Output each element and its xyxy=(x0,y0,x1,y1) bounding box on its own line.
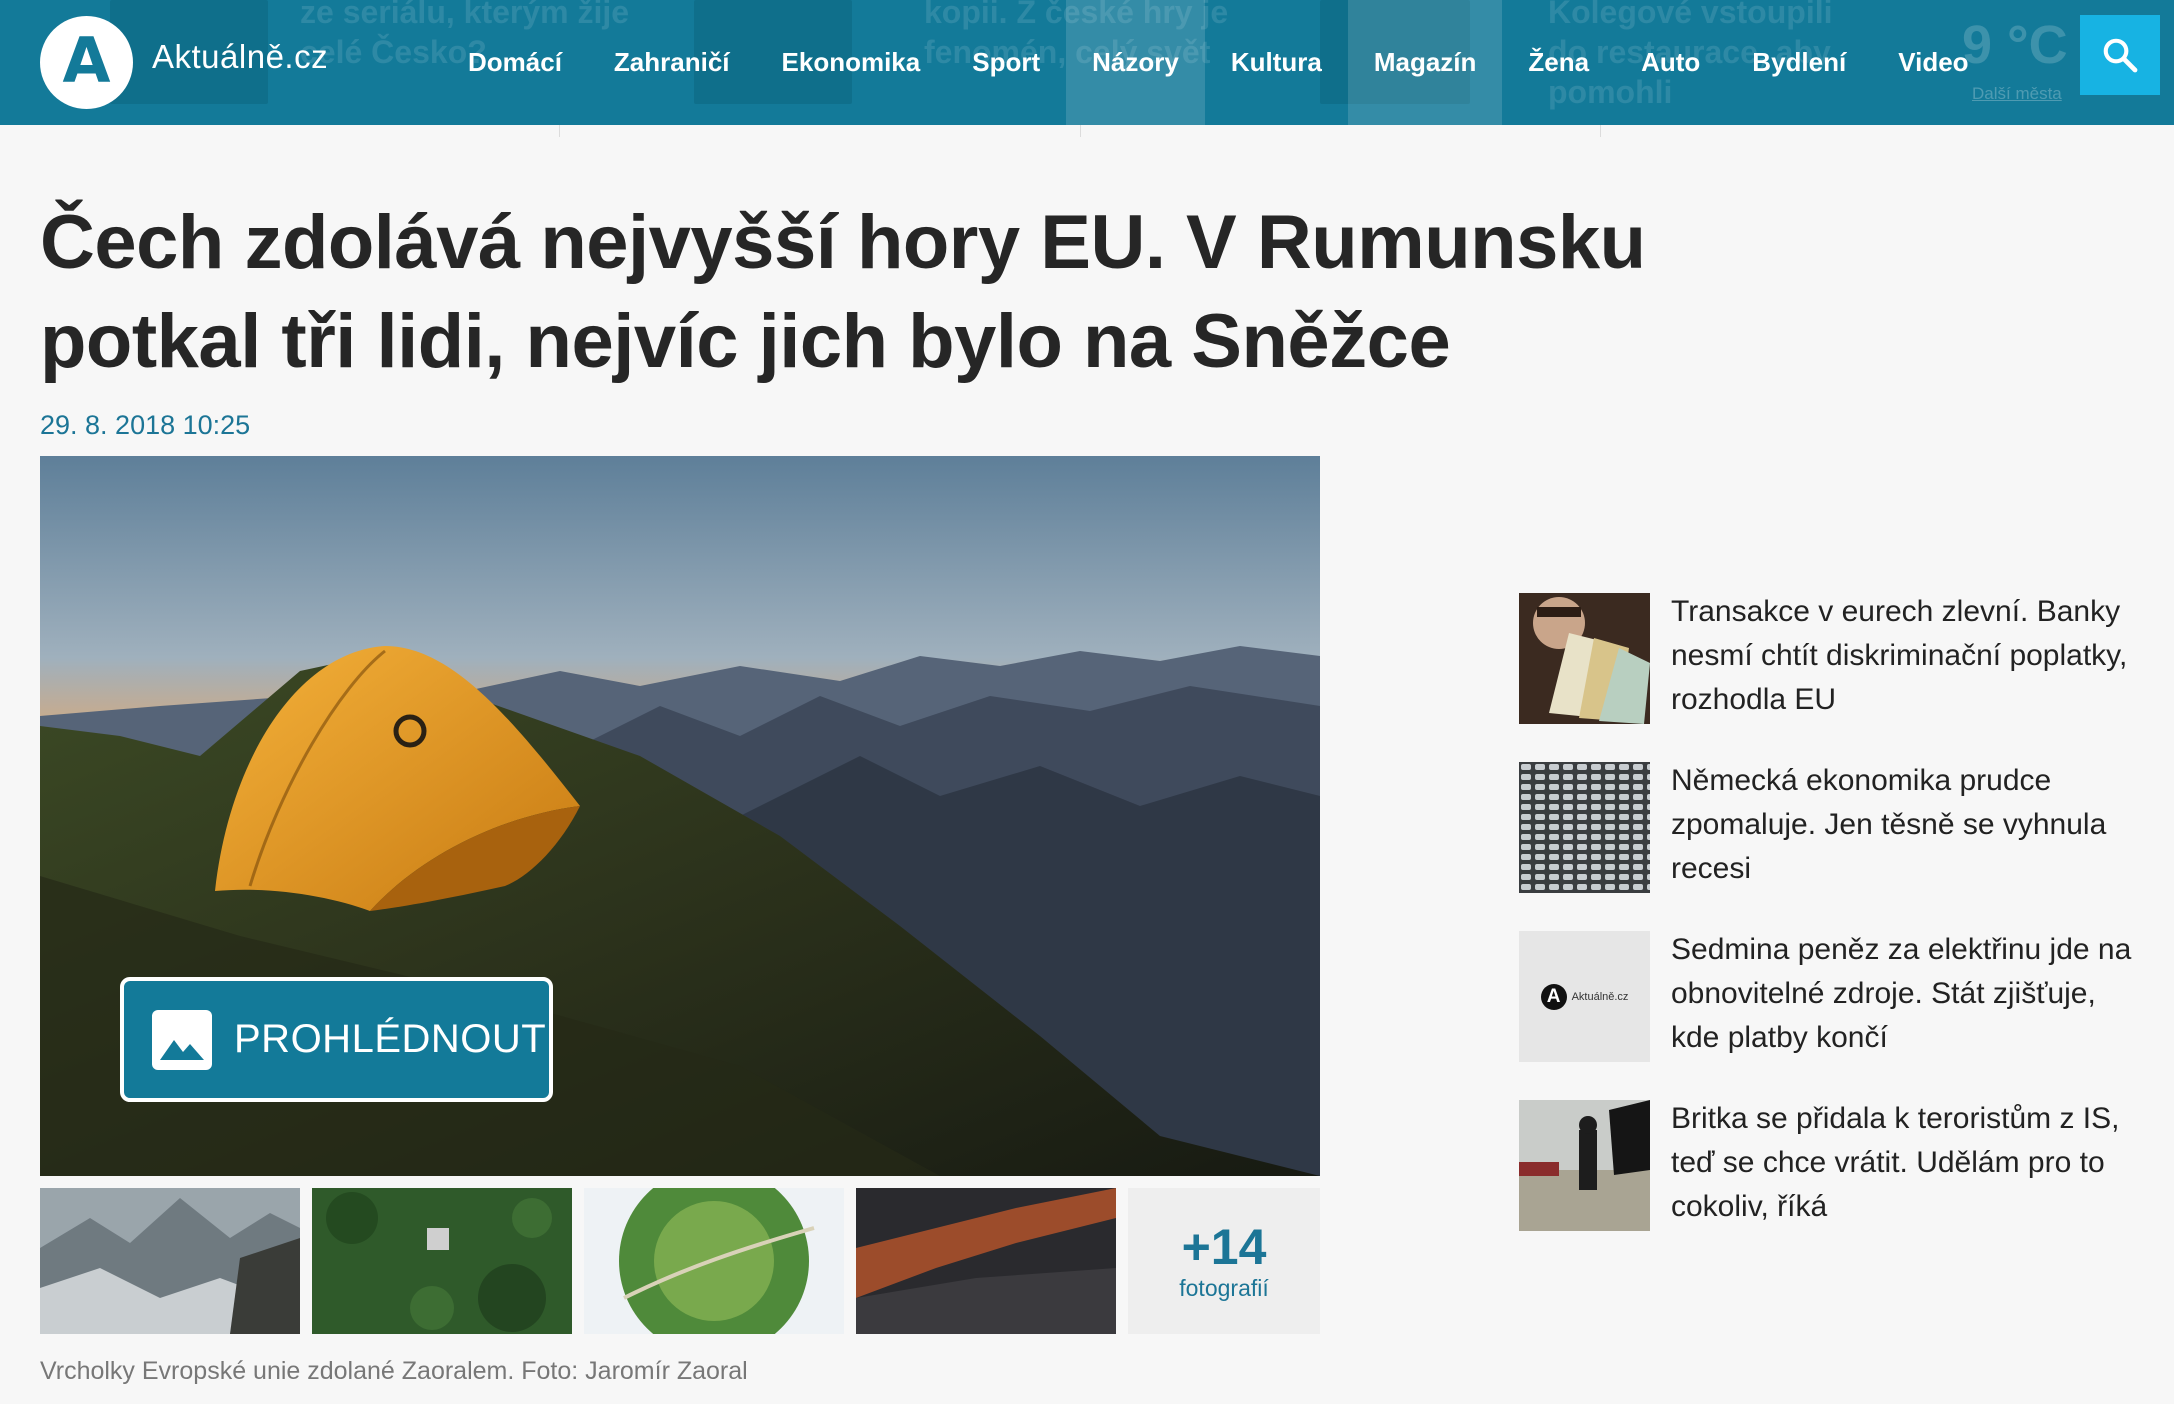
nav-sport[interactable]: Sport xyxy=(946,0,1066,125)
related-article-title[interactable]: Britka se přidala k teroristům z IS, teď… xyxy=(1671,1097,2139,1231)
related-article[interactable]: Britka se přidala k teroristům z IS, teď… xyxy=(1519,1100,2139,1231)
more-photos-label: fotografií xyxy=(1179,1274,1269,1301)
site-name[interactable]: Aktuálně.cz xyxy=(152,38,328,76)
related-articles: Transakce v eurech zlevní. Banky nesmí c… xyxy=(1519,593,2139,1269)
view-gallery-label: PROHLÉDNOUT xyxy=(234,1017,547,1061)
gallery-thumb[interactable] xyxy=(40,1188,300,1334)
nav-domaci[interactable]: Domácí xyxy=(442,0,588,125)
nav-nazory[interactable]: Názory xyxy=(1066,0,1205,125)
main-nav: Domácí Zahraničí Ekonomika Sport Názory … xyxy=(442,0,1995,125)
aktualne-logo-text: Aktuálně.cz xyxy=(1571,990,1629,1003)
nav-video[interactable]: Video xyxy=(1872,0,1994,125)
more-photos-button[interactable]: +14 fotografií xyxy=(1128,1188,1320,1334)
gallery-thumb[interactable] xyxy=(856,1188,1116,1334)
related-article-image[interactable] xyxy=(1519,1100,1650,1231)
gallery-thumb[interactable] xyxy=(584,1188,844,1334)
hero-photo[interactable]: PROHLÉDNOUT xyxy=(40,456,1320,1176)
related-article-image[interactable] xyxy=(1519,762,1650,893)
related-article[interactable]: Německá ekonomika prudce zpomaluje. Jen … xyxy=(1519,762,2139,893)
related-article-title[interactable]: Sedmina peněz za elektřinu jde na obnovi… xyxy=(1671,928,2139,1062)
header-divider xyxy=(40,125,2120,137)
search-button[interactable] xyxy=(2080,15,2160,95)
aktualne-logo-icon: A xyxy=(1540,983,1567,1010)
logo-letter: A xyxy=(62,23,111,97)
article-headline: Čech zdolává nejvyšší hory EU. V Rumunsk… xyxy=(40,200,1646,384)
more-photos-count: +14 xyxy=(1181,1218,1267,1275)
site-header: ze seriálu, kterým žije celé Česko? kopi… xyxy=(0,0,2174,125)
related-article[interactable]: A Aktuálně.cz Sedmina peněz za elektřinu… xyxy=(1519,931,2139,1062)
related-article-title[interactable]: Transakce v eurech zlevní. Banky nesmí c… xyxy=(1671,590,2139,724)
gallery-thumb[interactable] xyxy=(312,1188,572,1334)
related-article-title[interactable]: Německá ekonomika prudce zpomaluje. Jen … xyxy=(1671,759,2139,893)
gallery-thumbnails: +14 fotografií xyxy=(40,1188,1320,1334)
related-article-image[interactable] xyxy=(1519,593,1650,724)
article-date: 29. 8. 2018 10:25 xyxy=(40,410,251,440)
photo-caption: Vrcholky Evropské unie zdolané Zaoralem.… xyxy=(40,1357,748,1385)
nav-zena[interactable]: Žena xyxy=(1502,0,1615,125)
related-article-image[interactable]: A Aktuálně.cz xyxy=(1519,931,1650,1062)
nav-zahranici[interactable]: Zahraničí xyxy=(588,0,756,125)
nav-magazin[interactable]: Magazín xyxy=(1347,0,1503,125)
nav-ekonomika[interactable]: Ekonomika xyxy=(756,0,947,125)
nav-bydleni[interactable]: Bydlení xyxy=(1726,0,1872,125)
image-icon xyxy=(152,1009,212,1070)
search-icon xyxy=(2103,38,2138,73)
nav-auto[interactable]: Auto xyxy=(1615,0,1726,125)
view-gallery-button[interactable]: PROHLÉDNOUT xyxy=(120,977,553,1102)
related-article[interactable]: Transakce v eurech zlevní. Banky nesmí c… xyxy=(1519,593,2139,724)
site-logo[interactable]: A xyxy=(40,16,133,109)
nav-kultura[interactable]: Kultura xyxy=(1205,0,1348,125)
